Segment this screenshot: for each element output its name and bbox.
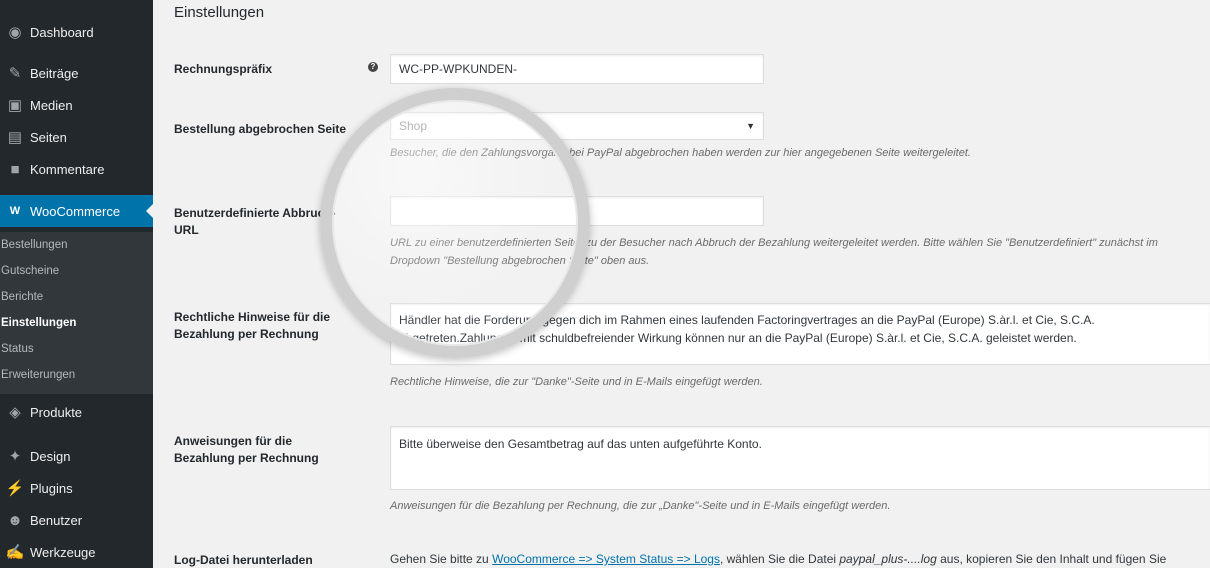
menu-label: Dashboard: [30, 24, 94, 40]
users-icon: ☻: [7, 511, 23, 529]
invoice-prefix-input[interactable]: [390, 54, 764, 84]
invoice-prefix-label: Rechnungspräfix: [174, 62, 273, 76]
menu-label: Medien: [30, 97, 73, 113]
menu-label: Produkte: [30, 404, 83, 420]
log-text-after: aus, kopieren Sie den Inhalt und fügen S…: [936, 552, 1167, 566]
dashboard-icon: ◉: [8, 24, 22, 41]
products-icon: ◈: [9, 404, 21, 421]
menu-plugins[interactable]: ⚡ Plugins: [0, 472, 153, 504]
comment-icon: ■: [10, 160, 20, 178]
legal-notice-description: Rechtliche Hinweise, die zur "Danke"-Sei…: [390, 376, 763, 388]
cancel-page-label: Bestellung abgebrochen Seite: [174, 122, 347, 136]
help-icon[interactable]: ?: [368, 62, 378, 72]
menu-posts[interactable]: ✎ Beiträge: [0, 57, 153, 89]
menu-woocommerce[interactable]: W WooCommerce: [0, 195, 153, 227]
submenu-extensions[interactable]: Erweiterungen: [1, 369, 75, 381]
menu-label: WooCommerce: [30, 203, 121, 219]
menu-media[interactable]: ▣ Medien: [0, 89, 153, 121]
menu-label: Benutzer: [30, 512, 83, 528]
menu-label: Seiten: [30, 129, 67, 145]
instructions-textarea[interactable]: Bitte überweise den Gesamtbetrag auf das…: [390, 426, 1210, 490]
submenu-coupons[interactable]: Gutscheine: [1, 265, 59, 277]
pages-icon: ▤: [7, 129, 23, 146]
menu-label: Werkzeuge: [30, 544, 96, 560]
menu-pages[interactable]: ▤ Seiten: [0, 121, 153, 153]
log-download-text: Gehen Sie bitte zu WooCommerce => System…: [390, 552, 1210, 566]
dropdown-arrow-icon: ▼: [746, 121, 755, 131]
menu-label: Plugins: [30, 480, 73, 496]
instructions-label: Anweisungen für die Bezahlung per Rechnu…: [174, 434, 319, 465]
custom-cancel-url-label: Benutzerdefinierte Abbruch-URL: [174, 206, 336, 237]
system-status-logs-link[interactable]: WooCommerce => System Status => Logs: [492, 552, 720, 566]
menu-label: Beiträge: [30, 65, 79, 81]
admin-sidebar: ◉ Dashboard ✎ Beiträge ▣ Medien ▤ Seiten…: [0, 0, 153, 568]
log-download-label: Log-Datei herunterladen: [174, 553, 313, 567]
submenu-settings[interactable]: Einstellungen: [1, 317, 76, 329]
design-icon: ✦: [8, 448, 22, 465]
custom-cancel-url-description: URL zu einer benutzerdefinierten Seite, …: [390, 237, 1158, 267]
cancel-page-select[interactable]: Shop ▼: [390, 112, 764, 140]
submenu-orders[interactable]: Bestellungen: [1, 239, 68, 251]
plugins-icon: ⚡: [5, 480, 25, 497]
menu-dashboard[interactable]: ◉ Dashboard: [0, 16, 153, 48]
menu-comments[interactable]: ■ Kommentare: [0, 153, 153, 185]
submenu-status[interactable]: Status: [1, 343, 34, 355]
woocommerce-submenu: Bestellungen Gutscheine Berichte Einstel…: [0, 232, 153, 394]
log-file-name: paypal_plus-....log: [839, 552, 937, 566]
menu-tools[interactable]: ✍ Werkzeuge: [0, 536, 153, 568]
menu-users[interactable]: ☻ Benutzer: [0, 504, 153, 536]
legal-notice-textarea[interactable]: Händler hat die Forderung gegen dich im …: [390, 303, 1210, 365]
menu-label: Design: [30, 448, 71, 464]
log-text-before: Gehen Sie bitte zu: [390, 552, 493, 566]
woocommerce-icon: W: [9, 205, 21, 217]
pin-icon: ✎: [8, 65, 22, 82]
menu-design[interactable]: ✦ Design: [0, 440, 153, 472]
select-value: Shop: [399, 119, 428, 133]
instructions-description: Anweisungen für die Bezahlung per Rechnu…: [390, 500, 891, 512]
menu-label: Kommentare: [30, 161, 105, 177]
custom-cancel-url-input[interactable]: [390, 196, 764, 226]
legal-notice-label: Rechtliche Hinweise für die Bezahlung pe…: [174, 310, 331, 341]
media-icon: ▣: [7, 97, 23, 114]
submenu-reports[interactable]: Berichte: [1, 291, 43, 303]
cancel-page-description: Besucher, die den Zahlungsvorgang bei Pa…: [390, 147, 971, 159]
tools-icon: ✍: [5, 544, 25, 561]
menu-products[interactable]: ◈ Produkte: [0, 396, 153, 428]
log-text-middle: , wählen Sie die Datei: [719, 552, 840, 566]
section-title: Einstellungen: [174, 4, 265, 21]
